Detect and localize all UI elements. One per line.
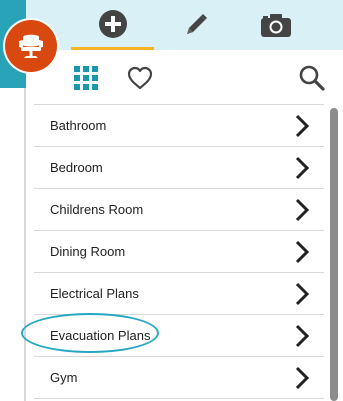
chair-icon <box>19 34 43 58</box>
list-item-bathroom[interactable]: Bathroom <box>34 105 324 147</box>
chevron-right-icon <box>295 198 310 221</box>
list-item-label: Electrical Plans <box>50 286 139 301</box>
top-tab-bar <box>26 0 343 50</box>
tab-camera[interactable] <box>246 0 306 50</box>
camera-icon <box>261 14 291 37</box>
category-list: Bathroom Bedroom Childrens Room Dining R… <box>34 104 324 399</box>
list-item-bedroom[interactable]: Bedroom <box>34 147 324 189</box>
app-logo[interactable] <box>5 20 57 72</box>
plus-circle-icon <box>98 9 127 38</box>
chevron-right-icon <box>295 282 310 305</box>
chevron-right-icon <box>295 114 310 137</box>
view-toolbar <box>26 58 343 98</box>
tab-add[interactable] <box>71 0 154 50</box>
list-scrollbar[interactable] <box>330 108 338 401</box>
list-item-electrical-plans[interactable]: Electrical Plans <box>34 273 324 315</box>
list-item-label: Evacuation Plans <box>50 328 151 343</box>
list-item-label: Dining Room <box>50 244 126 259</box>
chevron-right-icon <box>295 324 310 347</box>
list-item-gym[interactable]: Gym <box>34 357 324 399</box>
chevron-right-icon <box>295 156 310 179</box>
chevron-right-icon <box>295 240 310 263</box>
library-panel: Bathroom Bedroom Childrens Room Dining R… <box>26 0 343 401</box>
grid-icon[interactable] <box>74 66 98 90</box>
list-item-label: Childrens Room <box>50 202 144 217</box>
list-item-childrens-room[interactable]: Childrens Room <box>34 189 324 231</box>
list-item-evacuation-plans[interactable]: Evacuation Plans <box>34 315 324 357</box>
list-item-label: Bedroom <box>50 160 103 175</box>
list-item-label: Bathroom <box>50 118 107 133</box>
list-item-label: Gym <box>50 370 78 385</box>
list-item-dining-room[interactable]: Dining Room <box>34 231 324 273</box>
heart-icon[interactable] <box>126 64 154 92</box>
tab-edit[interactable] <box>166 0 226 50</box>
chevron-right-icon <box>295 366 310 389</box>
pencil-icon <box>187 14 207 34</box>
search-icon[interactable] <box>298 64 326 92</box>
